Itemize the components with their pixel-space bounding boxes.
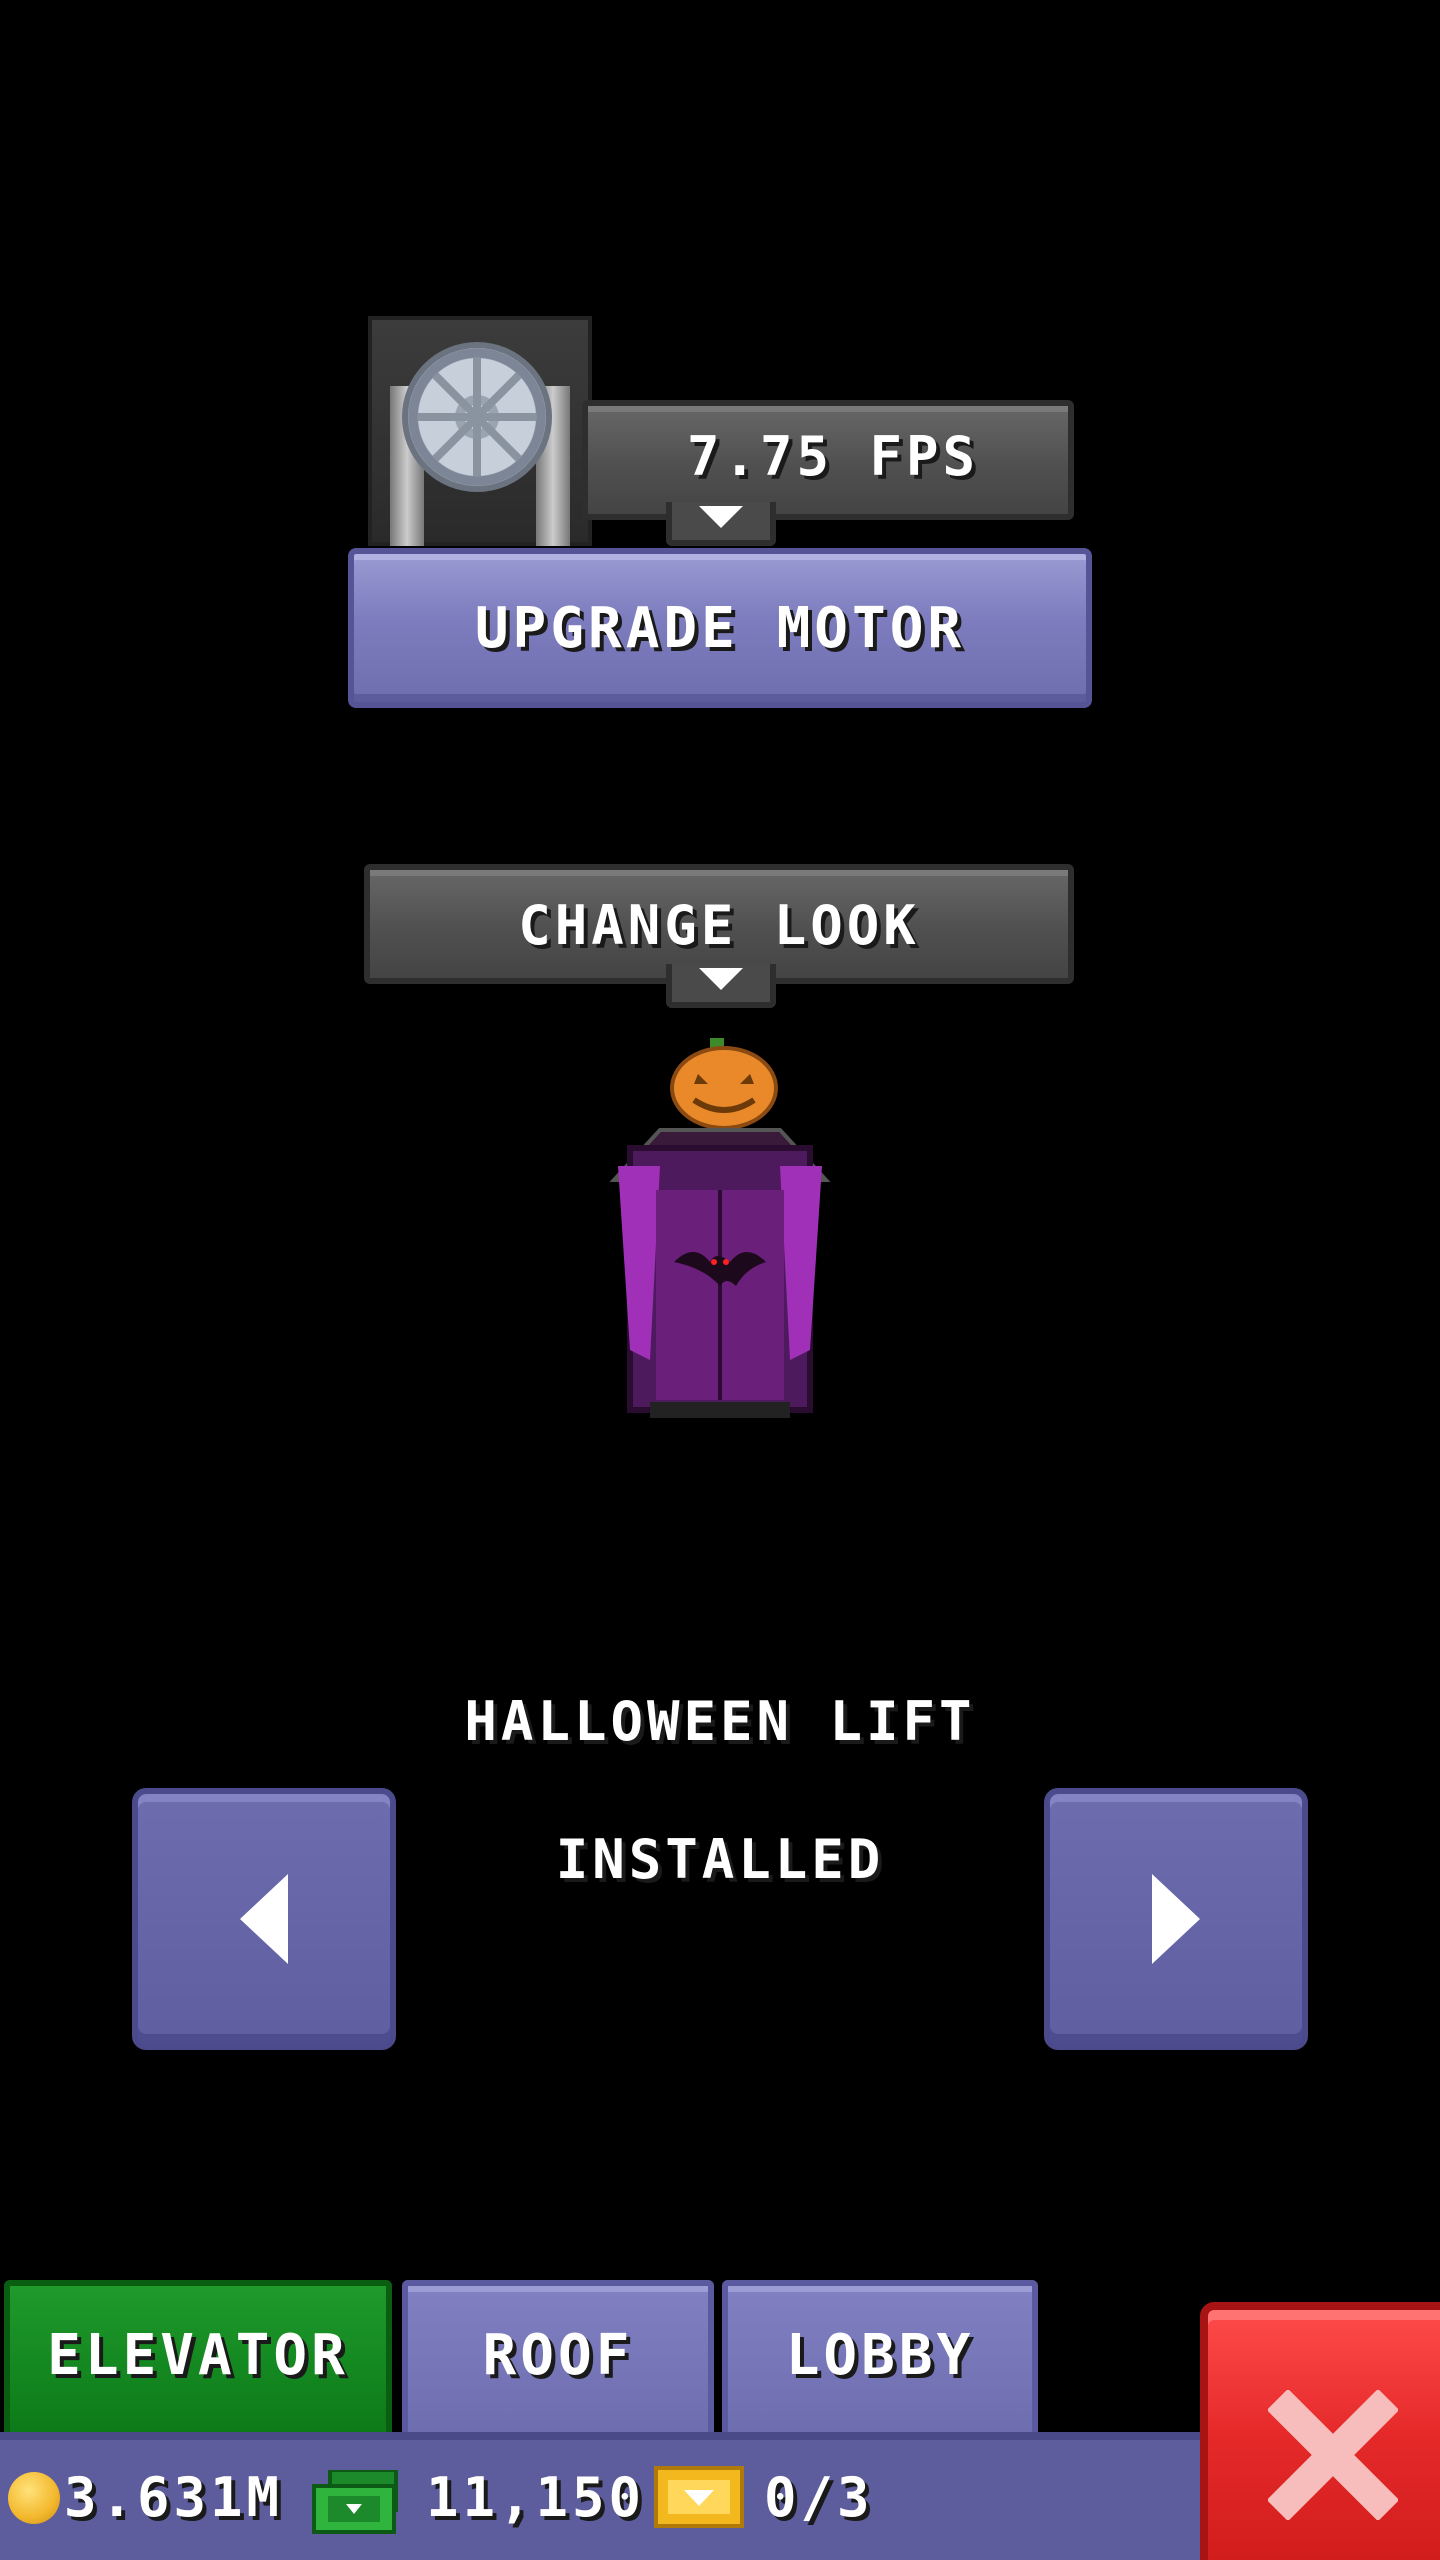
tab-elevator[interactable]: ELEVATOR <box>4 2280 392 2432</box>
close-button[interactable] <box>1200 2302 1440 2560</box>
coin-icon <box>8 2472 60 2524</box>
ticket-icon <box>654 2466 744 2528</box>
tab-lobby[interactable]: LOBBY <box>722 2280 1038 2432</box>
tab-roof[interactable]: ROOF <box>402 2280 714 2432</box>
coins-value: 3.631M <box>64 2466 284 2529</box>
change-look-label: CHANGE LOOK <box>518 894 920 957</box>
upgrade-motor-button[interactable]: UPGRADE MOTOR <box>348 548 1092 708</box>
tag-notch <box>666 964 776 1008</box>
arrow-right-icon <box>1152 1874 1200 1964</box>
arrow-left-icon <box>240 1874 288 1964</box>
motor-speed-label: 7.75 FPS <box>686 425 980 488</box>
next-look-button[interactable] <box>1044 1788 1308 2050</box>
halloween-lift-preview <box>609 1038 831 1418</box>
upgrade-motor-label: UPGRADE MOTOR <box>474 596 966 661</box>
tickets-value: 0/3 <box>764 2466 874 2529</box>
bux-icon <box>312 2470 398 2534</box>
lift-name: HALLOWEEN LIFT <box>464 1690 976 1753</box>
motor-icon <box>368 316 592 546</box>
close-icon <box>1268 2390 1398 2520</box>
previous-look-button[interactable] <box>132 1788 396 2050</box>
bux-value: 11,150 <box>426 2466 646 2529</box>
